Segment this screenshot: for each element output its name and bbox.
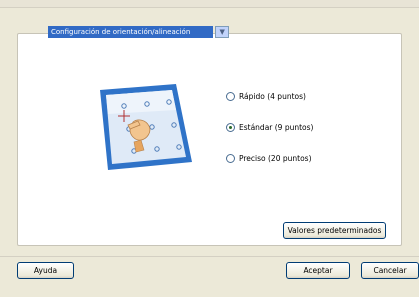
footer-divider bbox=[0, 256, 419, 257]
accept-button[interactable]: Aceptar bbox=[286, 262, 350, 279]
orientation-settings-panel bbox=[17, 33, 402, 246]
cancel-button[interactable]: Cancelar bbox=[361, 262, 419, 279]
window-top-strip bbox=[0, 0, 419, 8]
restore-defaults-button[interactable]: Valores predeterminados bbox=[283, 222, 386, 239]
radio-option-standard[interactable]: Estándar (9 puntos) bbox=[226, 123, 313, 132]
radio-button[interactable] bbox=[226, 154, 235, 163]
orientation-selector-value[interactable]: Configuración de orientación/alineación bbox=[48, 26, 214, 38]
chevron-down-icon[interactable]: ▼ bbox=[215, 26, 229, 38]
radio-selected-dot bbox=[229, 126, 232, 129]
radio-button[interactable] bbox=[226, 92, 235, 101]
orientation-selector[interactable]: Configuración de orientación/alineación … bbox=[48, 25, 229, 39]
radio-button[interactable] bbox=[226, 123, 235, 132]
touchscreen-calibration-illustration bbox=[100, 84, 192, 170]
radio-option-fast[interactable]: Rápido (4 puntos) bbox=[226, 92, 306, 101]
radio-label-standard: Estándar (9 puntos) bbox=[239, 123, 314, 132]
radio-option-precise[interactable]: Preciso (20 puntos) bbox=[226, 154, 312, 163]
radio-label-precise: Preciso (20 puntos) bbox=[239, 154, 312, 163]
radio-label-fast: Rápido (4 puntos) bbox=[239, 92, 306, 101]
help-button[interactable]: Ayuda bbox=[17, 262, 74, 279]
